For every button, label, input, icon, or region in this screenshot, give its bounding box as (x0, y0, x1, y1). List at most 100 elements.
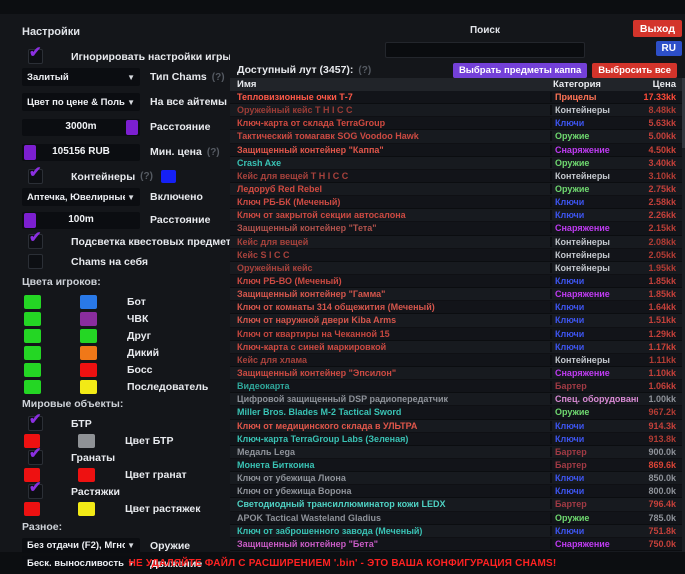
help-hint[interactable]: (?) (358, 65, 371, 76)
containers-color-swatch[interactable] (161, 170, 176, 183)
table-row[interactable]: Тактический томагавк SOG Voodoo Hawk Ору… (230, 130, 685, 143)
table-row[interactable]: Защищенный контейнер "Бета" Снаряжение 7… (230, 538, 685, 551)
table-row[interactable]: Ключ-карта от склада TerraGroup Ключи 5.… (230, 117, 685, 130)
table-row[interactable]: Ключ от закрытой секции автосалона Ключи… (230, 209, 685, 222)
item-price: 17.33kk (638, 92, 685, 102)
color-swatch[interactable] (78, 468, 95, 482)
table-row[interactable]: Светодиодный трансиллюминатор кожи LEDX … (230, 498, 685, 511)
search-input[interactable] (385, 42, 585, 58)
table-row[interactable]: Цифровой защищенный DSP радиопередатчик … (230, 393, 685, 406)
table-row[interactable]: Ключ от квартиры на Чеканной 15 Ключи 1.… (230, 328, 685, 341)
ignore-settings-label: Игнорировать настройки игры (71, 51, 231, 63)
table-row[interactable]: Кейс для вещей Контейнеры 2.08kk (230, 236, 685, 249)
distance-slider[interactable]: 3000m (22, 119, 140, 136)
item-name: Кейс для вещей (230, 237, 550, 247)
table-row[interactable]: Кейс S I C C Контейнеры 2.05kk (230, 249, 685, 262)
column-header-name[interactable]: Имя (230, 79, 550, 90)
color-swatch[interactable] (80, 380, 97, 394)
color-swatch[interactable] (80, 329, 97, 343)
table-row[interactable]: Crash Axe Оружие 3.40kk (230, 157, 685, 170)
table-row[interactable]: Тепловизионные очки Т-7 Прицелы 17.33kk (230, 91, 685, 104)
table-row[interactable]: Кейс для хлама Контейнеры 1.11kk (230, 354, 685, 367)
weapon-misc-dropdown[interactable]: Без отдачи (F2), Мгновенное п ▼ (22, 538, 140, 553)
grenades-row: ✔ Гранаты (22, 449, 230, 466)
color-swatch[interactable] (80, 295, 97, 309)
help-hint[interactable]: (?) (140, 171, 153, 182)
help-hint[interactable]: (?) (207, 147, 220, 158)
color-swatch[interactable] (24, 502, 40, 516)
item-name: Защищенный контейнер "Бета" (230, 539, 550, 549)
table-row[interactable]: Оружейный кейс T H I C C Контейнеры 8.48… (230, 104, 685, 117)
table-row[interactable]: Защищенный контейнер "Каппа" Снаряжение … (230, 144, 685, 157)
table-row[interactable]: Ключ от заброшенного завода (Меченый) Кл… (230, 525, 685, 538)
settings-sidebar: Настройки ✔ Игнорировать настройки игры … (0, 14, 230, 552)
table-row[interactable]: Ключ-карта TerraGroup Labs (Зеленая) Клю… (230, 433, 685, 446)
exit-button[interactable]: Выход (633, 20, 682, 37)
player-color-label: Дикий (127, 347, 159, 359)
containers-checkbox[interactable]: ✔ (28, 169, 43, 184)
column-header-category[interactable]: Категория (550, 79, 638, 90)
item-price: 1.51kk (638, 315, 685, 325)
table-row[interactable]: Ключ-карта ... Ключи 750.0k (230, 551, 685, 552)
container-types-dropdown[interactable]: Аптечка, Ювелирные и... ▼ (22, 188, 140, 206)
tripwires-checkbox[interactable]: ✔ (28, 484, 43, 499)
min-price-slider[interactable]: 105156 RUB (22, 144, 140, 161)
chams-type-dropdown[interactable]: Залитый ▼ (22, 68, 140, 86)
movement-misc-dropdown[interactable]: Беск. выносливость и нет уста ▼ (22, 556, 140, 571)
table-row[interactable]: Ключ от убежища Ворона Ключи 800.0k (230, 485, 685, 498)
table-row[interactable]: Ледоруб Red Rebel Оружие 2.75kk (230, 183, 685, 196)
loot-table-body: Тепловизионные очки Т-7 Прицелы 17.33kk … (230, 91, 685, 552)
table-row[interactable]: Медаль Lega Бартер 900.0k (230, 446, 685, 459)
item-price: 850.0k (638, 473, 685, 483)
table-row[interactable]: Защищенный контейнер "Гамма" Снаряжение … (230, 288, 685, 301)
color-swatch[interactable] (24, 363, 41, 377)
table-row[interactable]: Ключ от комнаты 314 общежития (Меченый) … (230, 301, 685, 314)
color-swatch[interactable] (80, 312, 97, 326)
color-mode-dropdown[interactable]: Цвет по цене & Пользователь ▼ (22, 93, 140, 111)
table-row[interactable]: Ключ РБ-БК (Меченый) Ключи 2.58kk (230, 196, 685, 209)
item-category: Спец. оборудование (550, 394, 638, 404)
table-row[interactable]: Защищенный контейнер "Эпсилон" Снаряжени… (230, 367, 685, 380)
self-chams-checkbox[interactable] (28, 254, 43, 269)
item-price: 800.0k (638, 486, 685, 496)
color-swatch[interactable] (78, 434, 95, 448)
table-row[interactable]: Ключ от медицинского склада в УЛЬТРА Клю… (230, 420, 685, 433)
table-row[interactable]: Ключ-карта с синей маркировкой Ключи 1.1… (230, 341, 685, 354)
table-row[interactable]: Видеокарта Бартер 1.06kk (230, 380, 685, 393)
color-swatch[interactable] (24, 312, 41, 326)
world-objects-title: Мировые объекты: (22, 398, 230, 410)
color-swatch[interactable] (80, 363, 97, 377)
table-row[interactable]: Ключ от наружной двери Kiba Arms Ключи 1… (230, 314, 685, 327)
table-row[interactable]: Miller Bros. Blades M-2 Tactical Sword О… (230, 406, 685, 419)
table-row[interactable]: APOK Tactical Wasteland Gladius Оружие 7… (230, 512, 685, 525)
color-swatch[interactable] (24, 346, 41, 360)
color-swatch[interactable] (78, 502, 95, 516)
drop-all-button[interactable]: Выбросить все (592, 63, 677, 78)
column-header-price[interactable]: Цена (638, 79, 685, 90)
color-swatch[interactable] (24, 295, 41, 309)
quest-items-label: Подсветка квестовых предметов (71, 236, 244, 248)
color-swatch[interactable] (24, 329, 41, 343)
table-row[interactable]: Ключ от убежища Лиона Ключи 850.0k (230, 472, 685, 485)
item-price: 796.4k (638, 499, 685, 509)
color-swatch[interactable] (80, 346, 97, 360)
table-row[interactable]: Кейс для вещей T H I C C Контейнеры 3.10… (230, 170, 685, 183)
table-row[interactable]: Защищенный контейнер "Тета" Снаряжение 2… (230, 222, 685, 235)
item-name: Защищенный контейнер "Тета" (230, 223, 550, 233)
quest-items-checkbox[interactable]: ✔ (28, 234, 43, 249)
grenades-checkbox[interactable]: ✔ (28, 450, 43, 465)
language-button[interactable]: RU (656, 41, 682, 56)
table-row[interactable]: Оружейный кейс Контейнеры 1.95kk (230, 262, 685, 275)
color-swatch[interactable] (24, 380, 41, 394)
container-distance-slider[interactable]: 100m (22, 212, 140, 229)
chevron-down-icon: ▼ (127, 98, 135, 107)
table-row[interactable]: Монета Биткоина Бартер 869.6k (230, 459, 685, 472)
table-row[interactable]: Ключ РБ-ВО (Меченый) Ключи 1.85kk (230, 275, 685, 288)
btr-checkbox[interactable]: ✔ (28, 416, 43, 431)
item-category: Ключи (550, 486, 638, 496)
help-hint[interactable]: (?) (212, 72, 225, 83)
item-name: Ключ-карта с синей маркировкой (230, 342, 550, 352)
item-category: Контейнеры (550, 250, 638, 260)
ignore-settings-checkbox[interactable]: ✔ (28, 49, 43, 64)
select-kappa-items-button[interactable]: Выбрать предметы каппа (453, 63, 587, 78)
